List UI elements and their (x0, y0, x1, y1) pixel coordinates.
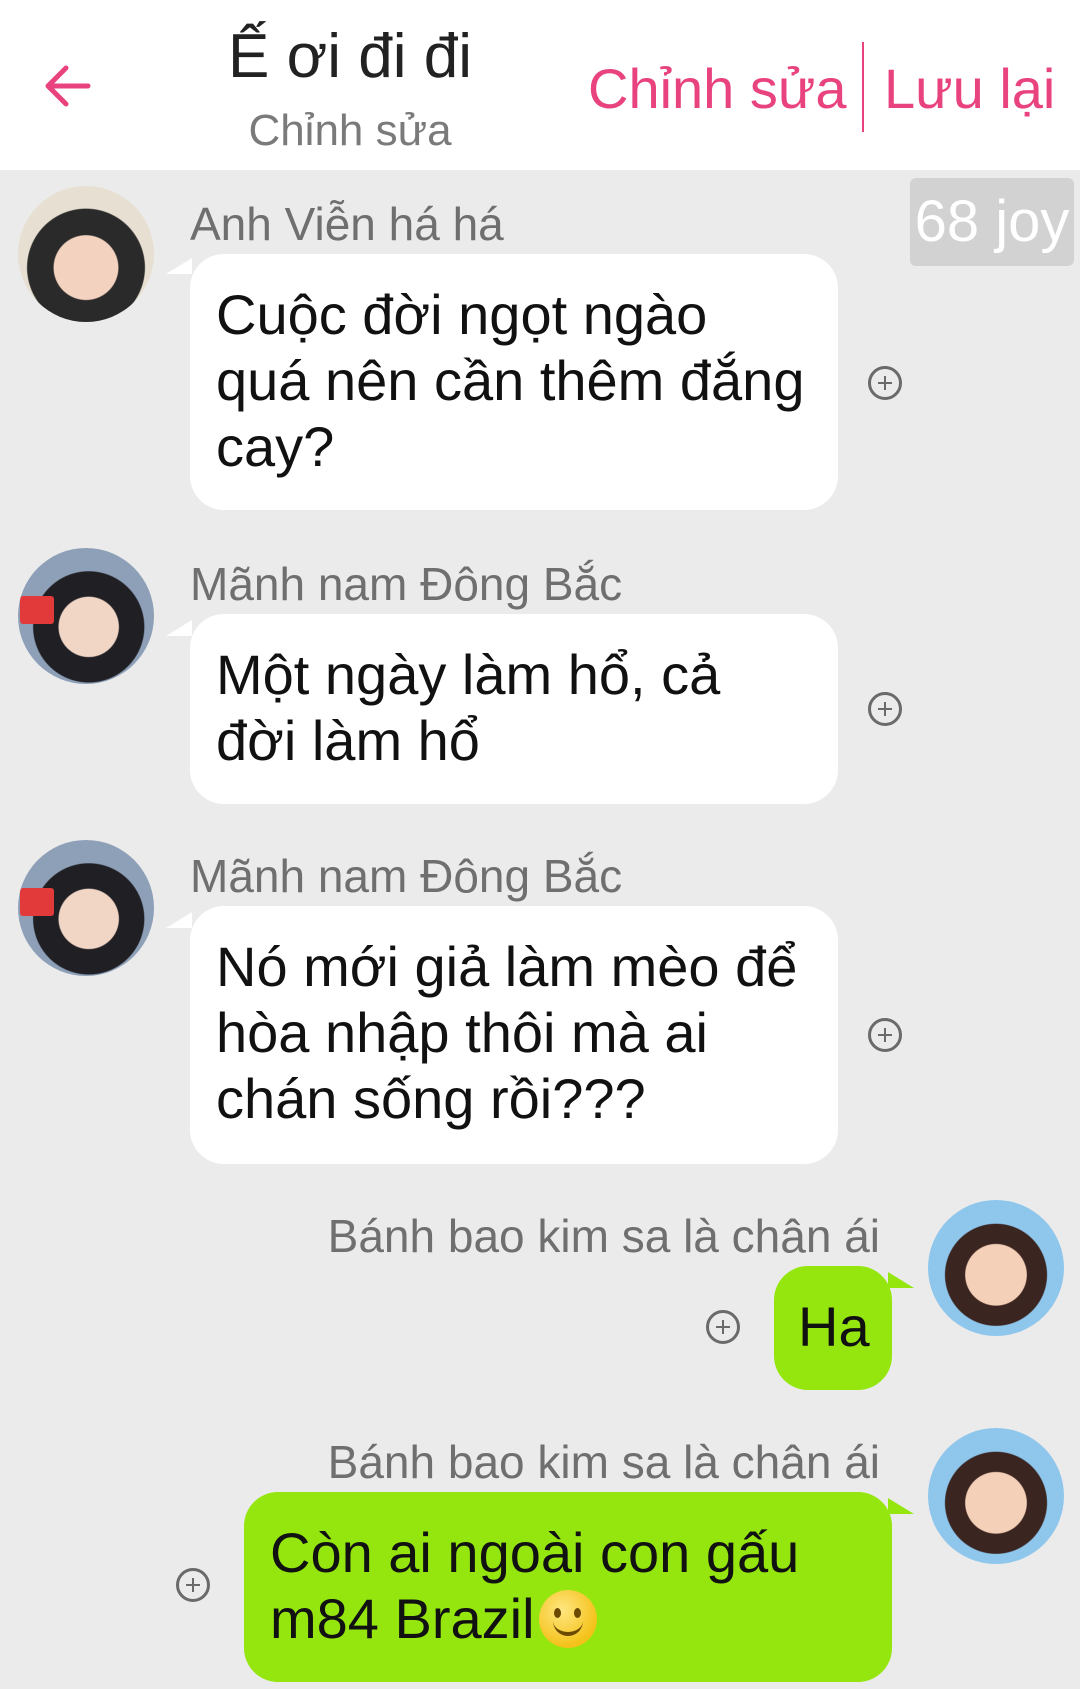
bubble-tail (888, 1498, 914, 1514)
page-title: Ế ơi đi đi (228, 22, 472, 91)
save-button[interactable]: Lưu lại (884, 56, 1055, 122)
edit-button[interactable]: Chỉnh sửa (588, 56, 847, 122)
avatar[interactable] (928, 1428, 1064, 1564)
sender-name: Bánh bao kim sa là chân ái (327, 1436, 880, 1488)
bubble-tail (166, 620, 192, 636)
smiley-emoji-icon (538, 1590, 597, 1648)
bubble-tail (166, 258, 192, 274)
sender-name: Bánh bao kim sa là chân ái (327, 1210, 880, 1262)
message-text: Còn ai ngoài con gấu m84 Brazil (270, 1521, 800, 1650)
top-bar: Ế ơi đi đi Chỉnh sửa Chỉnh sửa Lưu lại (0, 0, 1080, 170)
avatar[interactable] (18, 548, 154, 684)
avatar[interactable] (18, 186, 154, 322)
sender-name: Anh Viễn há há (190, 198, 504, 250)
plus-circle-icon[interactable] (706, 1310, 740, 1344)
joy-badge: 68 joy (910, 178, 1074, 266)
plus-circle-icon[interactable] (868, 692, 902, 726)
plus-circle-icon[interactable] (868, 366, 902, 400)
avatar[interactable] (18, 840, 154, 976)
avatar[interactable] (928, 1200, 1064, 1336)
back-arrow-icon[interactable] (38, 56, 98, 116)
plus-circle-icon[interactable] (176, 1568, 210, 1602)
page-subtitle: Chỉnh sửa (248, 106, 452, 155)
plus-circle-icon[interactable] (868, 1018, 902, 1052)
bubble-tail (888, 1272, 914, 1288)
message-bubble[interactable]: Ha (774, 1266, 892, 1390)
message-bubble[interactable]: Còn ai ngoài con gấu m84 Brazil (244, 1492, 892, 1682)
sender-name: Mãnh nam Đông Bắc (190, 558, 623, 610)
message-bubble[interactable]: Cuộc đời ngọt ngào quá nên cần thêm đắng… (190, 254, 838, 510)
sender-name: Mãnh nam Đông Bắc (190, 850, 623, 902)
message-bubble[interactable]: Nó mới giả làm mèo để hòa nhập thôi mà a… (190, 906, 838, 1164)
message-bubble[interactable]: Một ngày làm hổ, cả đời làm hổ (190, 614, 838, 804)
bubble-tail (166, 912, 192, 928)
header-divider (862, 42, 864, 132)
